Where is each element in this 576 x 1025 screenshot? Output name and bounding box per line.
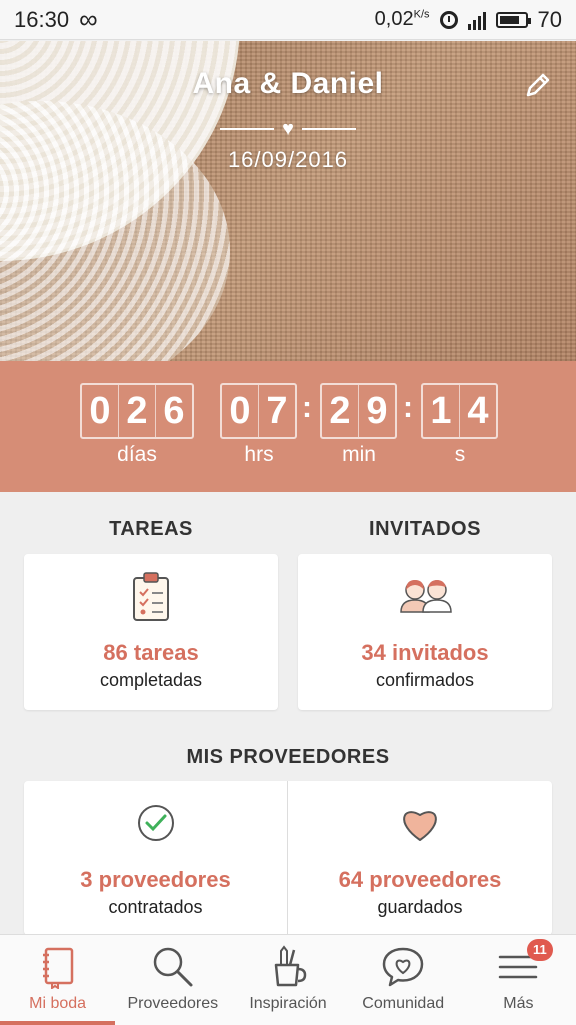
guests-card[interactable]: 34 invitados confirmados bbox=[298, 554, 552, 710]
nav-label-mi-boda: Mi boda bbox=[29, 995, 87, 1012]
countdown-label-hours: hrs bbox=[244, 443, 274, 466]
battery-icon bbox=[495, 11, 531, 28]
divider-line-left bbox=[220, 128, 274, 130]
nav-item-proveedores[interactable]: Proveedores bbox=[115, 935, 230, 1025]
countdown-days: 0 2 6 bbox=[80, 383, 194, 439]
check-circle-icon bbox=[137, 805, 174, 841]
nav-label-mas: Más bbox=[503, 995, 534, 1012]
guests-subtitle: confirmados bbox=[375, 670, 475, 690]
guests-section-title: INVITADOS bbox=[369, 518, 481, 540]
clipboard-checklist-icon bbox=[133, 572, 169, 621]
nav-item-inspiracion[interactable]: Inspiración bbox=[230, 935, 345, 1025]
alarm-icon bbox=[439, 10, 458, 29]
vendors-card: 3 proveedores contratados 64 proveedores… bbox=[24, 781, 552, 935]
signal-icon bbox=[467, 10, 486, 30]
infinity-icon: ∞ bbox=[79, 4, 98, 34]
countdown-seconds: 1 4 bbox=[421, 383, 498, 439]
battery-level: 70 bbox=[537, 6, 562, 32]
tasks-subtitle: completadas bbox=[99, 670, 203, 690]
network-speed-unit: K/s bbox=[413, 8, 430, 21]
status-left: 16:30 ∞ bbox=[14, 4, 98, 35]
countdown-label-seconds: s bbox=[454, 443, 466, 466]
countdown-digit: 2 bbox=[322, 385, 359, 437]
countdown-separator: : bbox=[302, 391, 312, 424]
nav-label-comunidad: Comunidad bbox=[362, 995, 445, 1012]
nav-item-comunidad[interactable]: Comunidad bbox=[346, 935, 461, 1025]
chat-heart-icon bbox=[382, 947, 424, 987]
countdown-label-minutes: min bbox=[342, 443, 376, 466]
vendors-saved-count: 64 proveedores bbox=[338, 867, 502, 892]
countdown-panel: 0 2 6 0 7 : 2 9 : 1 4 días hrs min s bbox=[0, 361, 576, 492]
countdown-digit: 9 bbox=[366, 389, 388, 432]
heart-icon: ♥ bbox=[282, 118, 294, 140]
tasks-count: 86 tareas bbox=[103, 640, 199, 665]
nav-item-mi-boda[interactable]: Mi boda bbox=[0, 935, 116, 1025]
countdown-digit: 7 bbox=[266, 389, 288, 432]
vendors-hired-subtitle: contratados bbox=[108, 897, 203, 917]
countdown-digit: 1 bbox=[423, 385, 460, 437]
search-icon bbox=[153, 947, 193, 987]
nav-label-inspiracion: Inspiración bbox=[249, 995, 327, 1012]
network-speed-value: 0,02 bbox=[374, 8, 414, 30]
vendors-saved-subtitle: guardados bbox=[377, 897, 463, 917]
countdown-digit: 2 bbox=[119, 385, 156, 437]
countdown-separator: : bbox=[403, 391, 413, 424]
countdown-digit: 0 bbox=[82, 385, 119, 437]
countdown-hours: 0 7 bbox=[220, 383, 297, 439]
network-speed: 0,02K/s bbox=[375, 8, 430, 31]
guests-count: 34 invitados bbox=[361, 640, 489, 665]
heart-divider: ♥ bbox=[220, 119, 356, 139]
nav-item-mas[interactable]: 11 Más bbox=[461, 935, 576, 1025]
vendors-hired-count: 3 proveedores bbox=[80, 867, 231, 892]
countdown-digit: 0 bbox=[222, 385, 259, 437]
countdown-label-days: días bbox=[117, 443, 157, 466]
countdown-digit: 6 bbox=[163, 389, 185, 432]
vendors-hired[interactable]: 3 proveedores contratados bbox=[24, 781, 287, 935]
countdown-digit: 4 bbox=[467, 389, 489, 432]
edit-pencil-icon[interactable] bbox=[522, 69, 554, 101]
status-time: 16:30 bbox=[14, 6, 70, 32]
heart-icon bbox=[403, 811, 437, 841]
countdown-minutes: 2 9 bbox=[320, 383, 397, 439]
status-right: 0,02K/s 70 bbox=[375, 7, 562, 33]
hero-banner: Ana & Daniel ♥ 16/09/2016 bbox=[0, 41, 576, 361]
status-bar: 16:30 ∞ 0,02K/s 70 bbox=[0, 0, 576, 40]
couple-names: Ana & Daniel bbox=[192, 67, 384, 100]
divider-line-right bbox=[302, 128, 356, 130]
tasks-card[interactable]: 86 tareas completadas bbox=[24, 554, 278, 710]
pencil-cup-icon bbox=[274, 945, 307, 987]
bottom-navigation: Mi boda Proveedores Inspiración Comunida… bbox=[0, 934, 576, 1025]
tasks-section-title: TAREAS bbox=[109, 518, 193, 540]
notebook-icon bbox=[42, 947, 73, 989]
guests-couple-icon bbox=[400, 580, 452, 613]
vendors-saved[interactable]: 64 proveedores guardados bbox=[288, 781, 552, 935]
vendors-section-title: MIS PROVEEDORES bbox=[186, 746, 390, 768]
notification-badge: 11 bbox=[526, 939, 553, 961]
wedding-date: 16/09/2016 bbox=[227, 147, 349, 172]
nav-label-proveedores: Proveedores bbox=[127, 995, 219, 1012]
